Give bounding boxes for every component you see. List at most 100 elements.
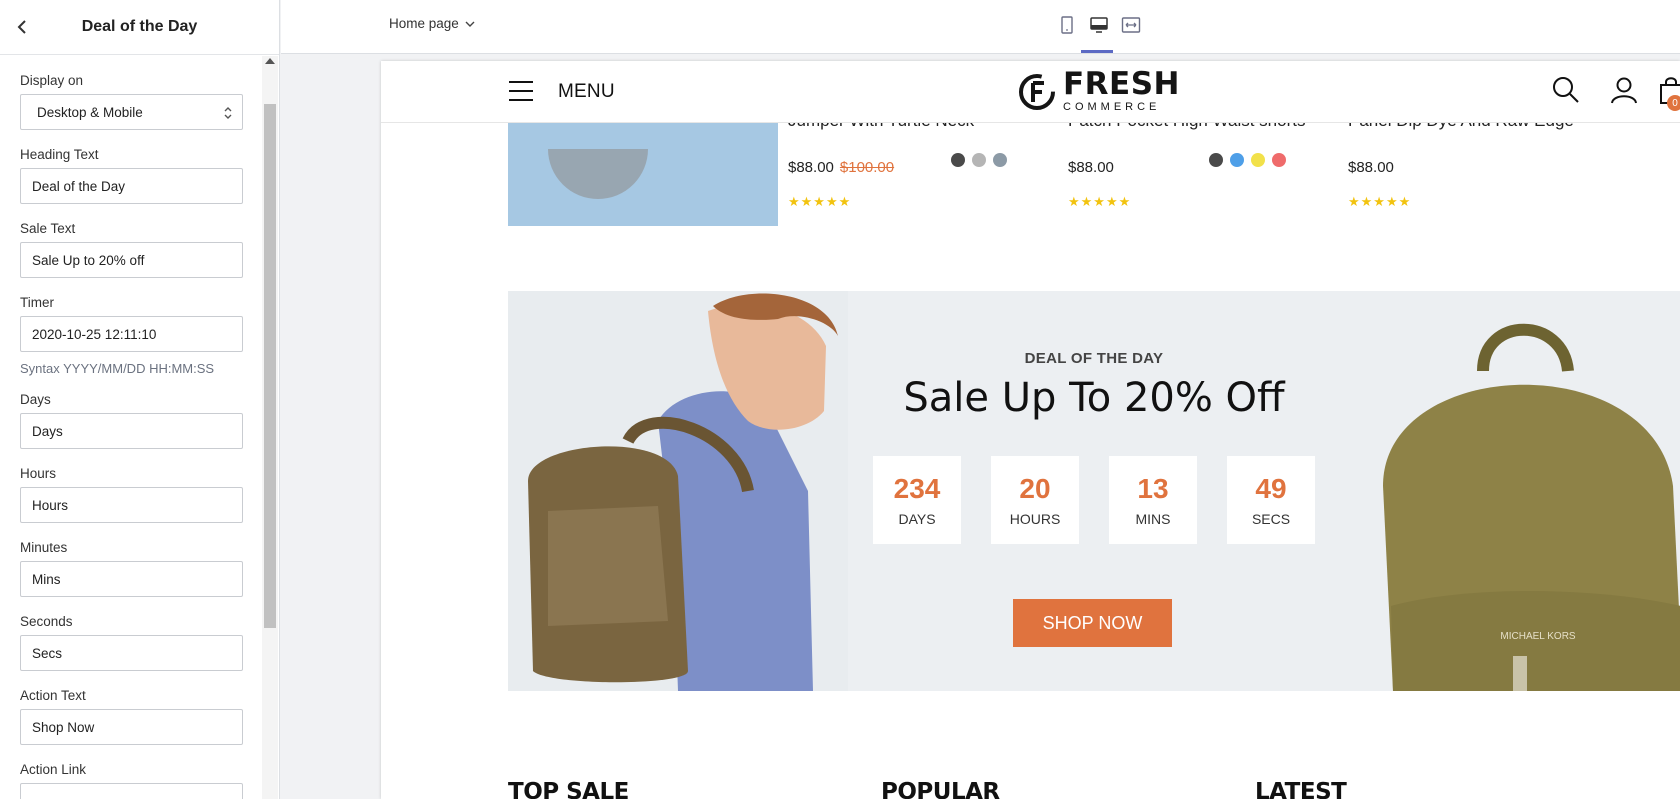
- display-on-select[interactable]: Desktop & Mobile: [20, 94, 243, 130]
- timer-label: Timer: [20, 295, 54, 310]
- shop-now-button[interactable]: SHOP NOW: [1013, 599, 1172, 647]
- swatch[interactable]: [1209, 153, 1223, 167]
- section-title-top-sale: TOP SALE: [508, 779, 629, 799]
- logo-sub-text: COMMERCE: [1063, 101, 1161, 113]
- rating-stars: ★★★★★: [1068, 194, 1132, 209]
- menu-label[interactable]: MENU: [558, 81, 615, 103]
- action-text-label: Action Text: [20, 688, 86, 703]
- sale-text-label: Sale Text: [20, 221, 76, 236]
- rating-stars: ★★★★★: [788, 194, 852, 209]
- display-on-value: Desktop & Mobile: [37, 104, 143, 120]
- minutes-label: Minutes: [20, 540, 68, 555]
- panel-title: Deal of the Day: [81, 18, 198, 35]
- countdown-days: 234 DAYS: [873, 456, 961, 544]
- fresh-logo-mark-icon: [1019, 74, 1055, 110]
- field-days: Days Days: [20, 392, 243, 449]
- field-action-text: Action Text Shop Now: [20, 688, 243, 745]
- action-link-input[interactable]: [20, 783, 243, 799]
- scroll-up-arrow-icon[interactable]: [265, 58, 275, 64]
- countdown-number: 20: [1019, 473, 1051, 504]
- swatch[interactable]: [1272, 153, 1286, 167]
- swatch[interactable]: [972, 153, 986, 167]
- product-price: $88.00: [1068, 159, 1114, 176]
- product-image[interactable]: [508, 119, 778, 226]
- heading-text-label: Heading Text: [20, 147, 99, 162]
- field-timer: Timer 2020-10-25 12:11:10 Syntax YYYY/MM…: [20, 295, 243, 376]
- seconds-input[interactable]: Secs: [20, 635, 243, 671]
- store-header: MENU FRESH COMMERCE 0: [381, 61, 1680, 123]
- display-on-label: Display on: [20, 73, 84, 88]
- countdown-seconds: 49 SECS: [1227, 456, 1315, 544]
- store-logo[interactable]: FRESH COMMERCE: [1017, 69, 1180, 113]
- timer-input[interactable]: 2020-10-25 12:11:10: [20, 316, 243, 352]
- user-icon[interactable]: [1609, 75, 1639, 105]
- sale-text-input[interactable]: Sale Up to 20% off: [20, 242, 243, 278]
- desktop-icon[interactable]: [1088, 14, 1110, 36]
- rating-stars: ★★★★★: [1348, 194, 1412, 209]
- countdown-label: DAYS: [898, 511, 936, 527]
- product-card[interactable]: Panel Dip Dye And Raw Edge $88.00 ★★★★★: [1348, 111, 1648, 210]
- field-hours: Hours Hours: [20, 466, 243, 523]
- product-price: $88.00: [1348, 159, 1394, 176]
- store-preview: MENU FRESH COMMERCE 0 Jumper With Turtle…: [381, 61, 1680, 799]
- bag-brand-text: MICHAEL KORS: [1500, 631, 1576, 642]
- editor-toolbar: Home page: [281, 0, 1680, 54]
- active-device-indicator: [1081, 50, 1113, 53]
- deal-of-the-day-banner: DEAL OF THE DAY Sale Up To 20% Off 234 DA…: [508, 291, 1680, 691]
- countdown-label: SECS: [1251, 511, 1291, 527]
- swatch[interactable]: [993, 153, 1007, 167]
- field-action-link: Action Link: [20, 762, 243, 799]
- color-swatches: [951, 153, 1007, 167]
- mobile-icon[interactable]: [1056, 14, 1078, 36]
- product-old-price: $100.00: [839, 159, 895, 176]
- action-text-input[interactable]: Shop Now: [20, 709, 243, 745]
- search-icon[interactable]: [1551, 75, 1581, 105]
- field-minutes: Minutes Mins: [20, 540, 243, 597]
- hours-input[interactable]: Hours: [20, 487, 243, 523]
- backpack-product-image: MICHAEL KORS: [1383, 323, 1680, 691]
- days-input[interactable]: Days: [20, 413, 243, 449]
- countdown-hours: 20 HOURS: [991, 456, 1079, 544]
- panel-form: Display on Desktop & Mobile Heading Text…: [0, 56, 261, 799]
- section-title-latest: LATEST: [1255, 779, 1347, 799]
- swatch[interactable]: [951, 153, 965, 167]
- product-price: $88.00: [788, 159, 834, 176]
- field-display-on: Display on Desktop & Mobile: [20, 73, 243, 130]
- back-arrow-icon[interactable]: [14, 18, 32, 36]
- action-link-label: Action Link: [20, 762, 87, 777]
- countdown-timer: 234 DAYS 20 HOURS 13 MINS 49 SECS: [873, 456, 1315, 544]
- countdown-number: 49: [1255, 473, 1287, 504]
- page-selector-label: Home page: [389, 16, 459, 31]
- cart-count-badge: 0: [1667, 95, 1680, 111]
- hamburger-menu-icon[interactable]: [508, 80, 534, 102]
- countdown-label: MINS: [1135, 511, 1171, 527]
- scrollbar-thumb[interactable]: [264, 104, 276, 628]
- logo-main-text: FRESH: [1063, 66, 1180, 102]
- field-seconds: Seconds Secs: [20, 614, 243, 671]
- seconds-label: Seconds: [20, 614, 73, 629]
- chevron-down-icon: [465, 21, 475, 27]
- swatch[interactable]: [1230, 153, 1244, 167]
- minutes-input[interactable]: Mins: [20, 561, 243, 597]
- field-sale-text: Sale Text Sale Up to 20% off: [20, 221, 243, 278]
- countdown-number: 234: [893, 473, 941, 504]
- device-switcher: [1056, 14, 1142, 36]
- product-card[interactable]: Jumper With Turtle Neck $88.00$100.00 ★★…: [788, 111, 1088, 210]
- countdown-number: 13: [1137, 473, 1169, 504]
- color-swatches: [1209, 153, 1286, 167]
- page-selector[interactable]: Home page: [389, 16, 475, 31]
- countdown-minutes: 13 MINS: [1109, 456, 1197, 544]
- panel-scrollbar[interactable]: [262, 56, 278, 799]
- panel-header: Deal of the Day: [0, 0, 279, 55]
- days-label: Days: [20, 392, 51, 407]
- timer-hint: Syntax YYYY/MM/DD HH:MM:SS: [20, 361, 215, 376]
- select-arrows-icon: [224, 107, 232, 119]
- swatch[interactable]: [1251, 153, 1265, 167]
- heading-text-input[interactable]: Deal of the Day: [20, 168, 243, 204]
- settings-panel: Deal of the Day Display on Desktop & Mob…: [0, 0, 280, 799]
- field-heading-text: Heading Text Deal of the Day: [20, 147, 243, 204]
- hours-label: Hours: [20, 466, 57, 481]
- fullwidth-icon[interactable]: [1120, 14, 1142, 36]
- section-title-popular: POPULAR: [881, 779, 1000, 799]
- countdown-label: HOURS: [1009, 511, 1061, 527]
